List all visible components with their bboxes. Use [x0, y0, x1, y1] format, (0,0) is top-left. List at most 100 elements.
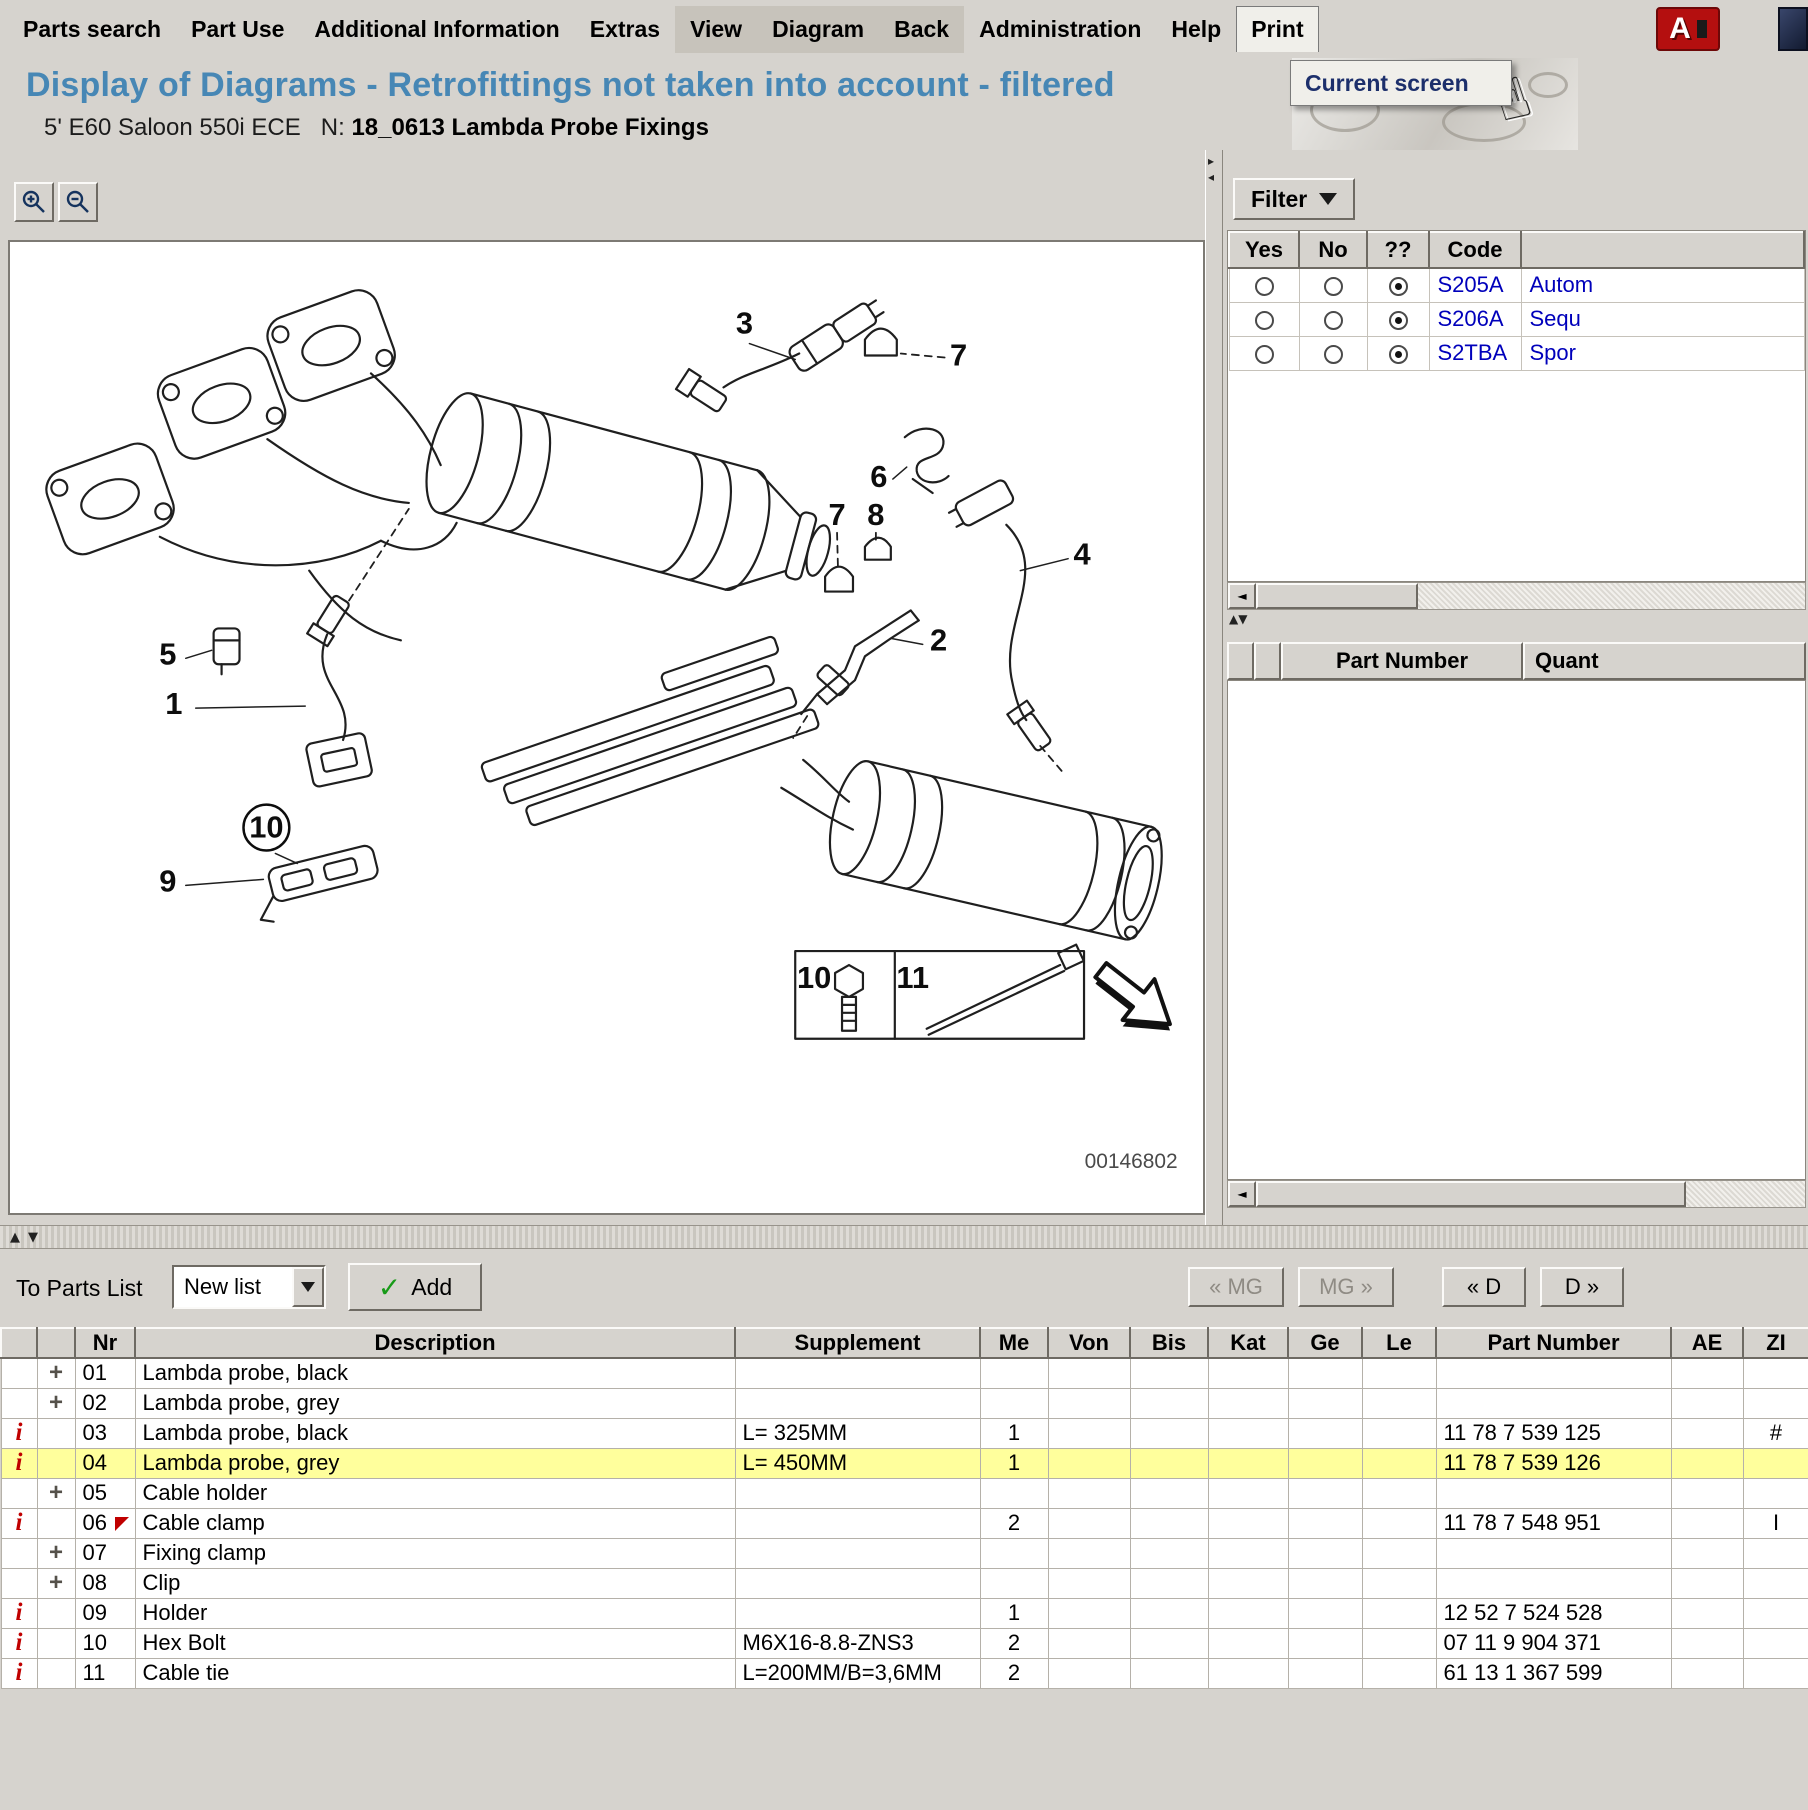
- scrollbar-thumb[interactable]: [1256, 1181, 1686, 1207]
- parts-row-03[interactable]: 03Lambda probe, blackL= 325MM111 78 7 53…: [1, 1418, 1808, 1448]
- parts-row-08[interactable]: 08Clip: [1, 1568, 1808, 1598]
- cell-me: 2: [980, 1658, 1048, 1688]
- splitter-up-icon[interactable]: [1229, 612, 1238, 626]
- parts-row-10[interactable]: 10Hex BoltM6X16-8.8-ZNS3207 11 9 904 371: [1, 1628, 1808, 1658]
- cell-me: 1: [980, 1598, 1048, 1628]
- parts-row-07[interactable]: 07Fixing clamp: [1, 1538, 1808, 1568]
- parts-row-01[interactable]: 01Lambda probe, black: [1, 1358, 1808, 1388]
- panel-mini-splitter[interactable]: [1229, 612, 1247, 626]
- cell-ae: [1671, 1358, 1743, 1388]
- nav-d[interactable]: D »: [1540, 1267, 1624, 1307]
- nav-mg[interactable]: « MG: [1188, 1267, 1284, 1307]
- splitter-down-icon[interactable]: [28, 1230, 38, 1245]
- cell-description: Fixing clamp: [135, 1538, 735, 1568]
- menu-additional-information[interactable]: Additional Information: [299, 6, 574, 53]
- menu-print[interactable]: Print: [1236, 6, 1318, 52]
- collapse-right-icon[interactable]: [1208, 154, 1214, 168]
- expand-icon[interactable]: [49, 1480, 63, 1505]
- zoom-out-button[interactable]: [58, 182, 98, 222]
- radio-no-s2tba[interactable]: [1324, 345, 1343, 364]
- cell-le: [1362, 1628, 1436, 1658]
- nav-d[interactable]: « D: [1442, 1267, 1526, 1307]
- parts-row-05[interactable]: 05Cable holder: [1, 1478, 1808, 1508]
- cell-description: Lambda probe, grey: [135, 1388, 735, 1418]
- radio-unknown-s205a[interactable]: [1389, 277, 1408, 296]
- filter-button[interactable]: Filter: [1233, 178, 1355, 220]
- menu-back[interactable]: Back: [879, 6, 964, 53]
- callout-8[interactable]: 8: [867, 497, 884, 532]
- menu-diagram[interactable]: Diagram: [757, 6, 879, 53]
- menu-item-current-screen[interactable]: Current screen: [1290, 60, 1512, 106]
- expand-icon[interactable]: [49, 1570, 63, 1595]
- horizontal-splitter[interactable]: [0, 1225, 1808, 1249]
- filter-button-label: Filter: [1251, 186, 1307, 213]
- menu-extras[interactable]: Extras: [575, 6, 675, 53]
- scrollbar-track[interactable]: [1418, 583, 1805, 609]
- collapse-left-icon[interactable]: [1208, 170, 1214, 184]
- parts-row-02[interactable]: 02Lambda probe, grey: [1, 1388, 1808, 1418]
- scrollbar-thumb[interactable]: [1256, 583, 1418, 609]
- callout-1[interactable]: 1: [165, 686, 182, 721]
- info-icon[interactable]: [16, 1420, 23, 1445]
- column-description: Description: [135, 1328, 735, 1358]
- radio-no-s205a[interactable]: [1324, 277, 1343, 296]
- add-button[interactable]: Add: [348, 1263, 482, 1311]
- info-icon[interactable]: [16, 1630, 23, 1655]
- cell-supplement: [735, 1598, 980, 1628]
- scroll-left-button[interactable]: [1228, 583, 1256, 609]
- parts-row-11[interactable]: 11Cable tieL=200MM/B=3,6MM261 13 1 367 5…: [1, 1658, 1808, 1688]
- cell-ge: [1288, 1358, 1362, 1388]
- column-part-number: Part Number: [1436, 1328, 1671, 1358]
- radio-no-s206a[interactable]: [1324, 311, 1343, 330]
- splitter-up-icon[interactable]: [10, 1230, 20, 1245]
- callout-2[interactable]: 2: [930, 622, 947, 657]
- radio-unknown-s206a[interactable]: [1389, 311, 1408, 330]
- info-icon[interactable]: [16, 1660, 23, 1685]
- radio-yes-s205a[interactable]: [1255, 277, 1274, 296]
- parts-row-09[interactable]: 09Holder112 52 7 524 528: [1, 1598, 1808, 1628]
- radio-yes-s2tba[interactable]: [1255, 345, 1274, 364]
- dropdown-button[interactable]: [292, 1267, 324, 1307]
- callout-3[interactable]: 3: [736, 306, 753, 341]
- info-icon[interactable]: [16, 1450, 23, 1475]
- menu-view[interactable]: View: [675, 6, 757, 53]
- callout-7[interactable]: 7: [950, 337, 967, 372]
- expand-icon[interactable]: [49, 1540, 63, 1565]
- callout-6[interactable]: 6: [870, 459, 887, 494]
- parts-diagram[interactable]: 3767842511091011 00146802: [10, 242, 1203, 1213]
- cell-nr: 09: [75, 1598, 135, 1628]
- callout-4[interactable]: 4: [1073, 537, 1090, 572]
- cell-supplement: L= 450MM: [735, 1448, 980, 1478]
- nav-mg[interactable]: MG »: [1298, 1267, 1394, 1307]
- splitter-down-icon[interactable]: [1238, 612, 1247, 626]
- parts-row-06[interactable]: 06Cable clamp211 78 7 548 951I: [1, 1508, 1808, 1538]
- callout-5[interactable]: 5: [159, 636, 176, 671]
- callout-11[interactable]: 11: [896, 960, 929, 995]
- radio-yes-s206a[interactable]: [1255, 311, 1274, 330]
- cell-zi: [1743, 1448, 1808, 1478]
- scroll-left-button[interactable]: [1228, 1181, 1256, 1207]
- cell-bis: [1130, 1388, 1208, 1418]
- scrollbar-track[interactable]: [1686, 1181, 1805, 1207]
- info-icon[interactable]: [16, 1510, 23, 1535]
- cell-kat: [1208, 1508, 1288, 1538]
- parts-row-04[interactable]: 04Lambda probe, greyL= 450MM111 78 7 539…: [1, 1448, 1808, 1478]
- callout-9[interactable]: 9: [159, 863, 176, 898]
- parts-list-select[interactable]: New list: [172, 1265, 326, 1309]
- filter-row-s205a: S205AAutom: [1229, 268, 1804, 302]
- menu-administration[interactable]: Administration: [964, 6, 1156, 53]
- cell-von: [1048, 1658, 1130, 1688]
- menu-help[interactable]: Help: [1156, 6, 1236, 53]
- expand-icon[interactable]: [49, 1360, 63, 1385]
- vertical-splitter[interactable]: [1205, 150, 1223, 1225]
- callout-10[interactable]: 10: [797, 960, 831, 995]
- callout-10[interactable]: 10: [249, 810, 283, 845]
- menu-part-use[interactable]: Part Use: [176, 6, 299, 53]
- expand-icon[interactable]: [49, 1390, 63, 1415]
- zoom-in-button[interactable]: [14, 182, 54, 222]
- menu-parts-search[interactable]: Parts search: [8, 6, 176, 53]
- radio-unknown-s2tba[interactable]: [1389, 345, 1408, 364]
- info-icon[interactable]: [16, 1600, 23, 1625]
- filter-table: YesNo??Code S205AAutomS206ASequS2TBASpor: [1228, 231, 1805, 371]
- callout-7[interactable]: 7: [828, 497, 845, 532]
